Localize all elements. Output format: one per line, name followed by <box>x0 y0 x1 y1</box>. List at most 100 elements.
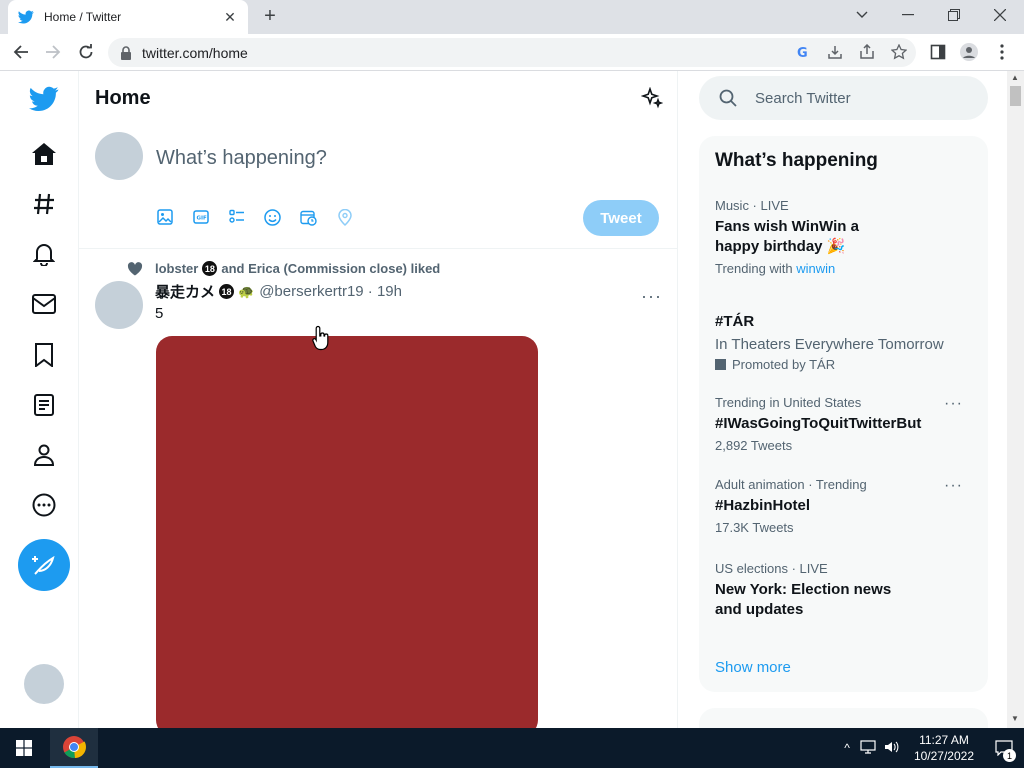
search-input[interactable]: Search Twitter <box>699 76 988 120</box>
restore-icon[interactable] <box>932 0 976 30</box>
lists-icon[interactable] <box>24 385 64 425</box>
browser-titlebar: Home / Twitter ✕ + <box>0 0 1024 34</box>
trend-item[interactable]: US elections · LIVE New York: Election n… <box>715 561 975 620</box>
back-icon[interactable] <box>10 41 32 63</box>
bookmark-star-icon[interactable] <box>890 43 908 61</box>
minimize-icon[interactable] <box>886 0 930 30</box>
media-image-icon[interactable] <box>155 207 174 227</box>
profile-person-icon[interactable] <box>24 435 64 475</box>
show-more-link[interactable]: Show more <box>715 659 791 676</box>
turtle-emoji-icon: 🐢 <box>238 283 255 299</box>
home-icon[interactable] <box>24 134 64 174</box>
google-translate-icon[interactable]: G <box>794 43 812 61</box>
trend-count: 17.3K Tweets <box>715 520 794 535</box>
scroll-thumb[interactable] <box>1010 86 1021 106</box>
chrome-taskbar-button[interactable] <box>50 728 98 768</box>
new-tab-icon[interactable]: + <box>260 6 280 26</box>
volume-icon[interactable] <box>884 740 900 757</box>
trend-more-icon[interactable]: ··· <box>944 477 963 495</box>
tweet-handle-time[interactable]: @berserkertr19 · 19h <box>259 283 402 300</box>
tweet-button[interactable]: Tweet <box>583 200 659 236</box>
messages-envelope-icon[interactable] <box>24 284 64 324</box>
trend-description: In Theaters Everywhere Tomorrow <box>715 336 944 353</box>
share-icon[interactable] <box>858 43 876 61</box>
chrome-icon <box>63 736 86 759</box>
profile-icon[interactable] <box>958 41 980 63</box>
twitter-logo-icon[interactable] <box>24 79 64 119</box>
tweet-media-image[interactable] <box>156 336 538 728</box>
browser-menu-icon[interactable] <box>991 41 1013 63</box>
svg-text:GIF: GIF <box>196 216 207 222</box>
trend-link[interactable]: winwin <box>796 261 835 276</box>
install-app-icon[interactable] <box>826 43 844 61</box>
close-window-icon[interactable] <box>978 0 1022 30</box>
composer-toolbar: GIF <box>155 207 354 227</box>
trend-title: #IWasGoingToQuitTwitterBut <box>715 415 922 432</box>
gif-icon[interactable]: GIF <box>191 207 210 227</box>
sparkle-icon[interactable] <box>641 87 663 109</box>
address-bar[interactable]: twitter.com/home G <box>108 38 916 67</box>
reload-icon[interactable] <box>75 41 97 63</box>
trend-title: #HazbinHotel <box>715 497 811 514</box>
bookmarks-icon[interactable] <box>24 335 64 375</box>
trend-item[interactable]: Music · LIVE Fans wish WinWin a happy bi… <box>715 198 975 276</box>
notifications-bell-icon[interactable] <box>24 234 64 274</box>
action-center-icon[interactable]: 1 <box>984 728 1024 768</box>
windows-start-icon[interactable] <box>16 740 32 756</box>
schedule-icon[interactable] <box>299 207 318 227</box>
trend-title: Fans wish WinWin a happy birthday 🎉 <box>715 218 859 255</box>
location-pin-icon[interactable] <box>335 207 354 227</box>
compose-input[interactable]: What’s happening? <box>156 147 327 170</box>
twitter-bird-icon <box>18 10 34 24</box>
social-context: lobster 18 and Erica (Commission close) … <box>127 261 440 276</box>
scroll-up-icon[interactable]: ▲ <box>1011 73 1020 82</box>
trend-item[interactable]: Adult animation · Trending #HazbinHotel … <box>715 477 975 535</box>
liker-name[interactable]: lobster <box>155 261 198 276</box>
trend-count: 2,892 Tweets <box>715 438 793 453</box>
trend-item[interactable]: Trending in United States #IWasGoingToQu… <box>715 395 975 453</box>
trend-title: New York: Election news and updates <box>715 581 892 618</box>
show-hidden-icons-icon[interactable]: ^ <box>844 741 850 755</box>
tweet-author-avatar[interactable] <box>95 281 143 329</box>
forward-icon[interactable] <box>42 41 64 63</box>
compose-tweet-button[interactable] <box>18 539 70 591</box>
trend-more-icon[interactable]: ··· <box>944 395 963 413</box>
page-title: Home <box>95 87 151 109</box>
party-popper-icon: 🎉 <box>826 238 846 255</box>
browser-tab[interactable]: Home / Twitter ✕ <box>8 0 248 34</box>
search-icon <box>719 89 737 107</box>
clock-date: 10/27/2022 <box>913 749 974 763</box>
tweet-more-icon[interactable]: ··· <box>641 286 662 307</box>
clock[interactable]: 11:27 AM 10/27/2022 <box>914 732 974 764</box>
liked-text: and Erica (Commission close) liked <box>221 261 441 276</box>
poll-icon[interactable] <box>227 207 246 227</box>
notification-count-badge: 1 <box>1003 749 1016 762</box>
system-tray: ^ 11:27 AM 10/27/2022 1 <box>844 728 1024 768</box>
tweet-author-name[interactable]: 暴走カメ <box>155 281 215 302</box>
left-navigation <box>0 71 79 728</box>
page-viewport: Home What’s happening? GIF Tweet lobster… <box>0 71 1024 728</box>
trend-item[interactable]: #TÁR In Theaters Everywhere Tomorrow Pro… <box>715 308 975 372</box>
clock-time: 11:27 AM <box>919 733 969 747</box>
trends-title: What’s happening <box>715 150 878 171</box>
scroll-down-icon[interactable]: ▼ <box>1011 714 1020 723</box>
heart-icon <box>127 261 143 275</box>
composer-divider <box>79 248 678 249</box>
emoji-icon[interactable] <box>263 207 282 227</box>
side-panel-icon[interactable] <box>927 41 949 63</box>
windows-taskbar: ^ 11:27 AM 10/27/2022 1 <box>0 728 1024 768</box>
feather-plus-icon <box>32 555 55 575</box>
more-options-icon[interactable] <box>24 485 64 525</box>
network-icon[interactable] <box>860 739 876 757</box>
account-avatar[interactable] <box>24 664 64 704</box>
promoted-label: Promoted by TÁR <box>715 357 975 372</box>
who-to-follow-card <box>699 708 988 728</box>
close-tab-icon[interactable]: ✕ <box>222 9 238 26</box>
trend-meta: Music · LIVE <box>715 198 789 213</box>
page-scrollbar[interactable]: ▲ ▼ <box>1007 71 1024 728</box>
tab-search-icon[interactable] <box>840 0 884 30</box>
main-timeline: Home What’s happening? GIF Tweet lobster… <box>79 71 678 728</box>
tweet-text: 5 <box>155 305 164 322</box>
composer-avatar <box>95 132 143 180</box>
explore-hashtag-icon[interactable] <box>24 184 64 224</box>
